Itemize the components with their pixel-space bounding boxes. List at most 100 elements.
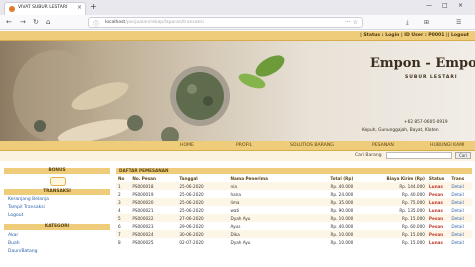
- sidebar-item-akar[interactable]: Akar: [8, 233, 18, 238]
- table-header-row: No No. Pesan Tanggal Nama Penerima Total…: [116, 175, 472, 182]
- menu-profil[interactable]: PROFIL: [236, 143, 252, 148]
- cell-status: Pesan: [428, 223, 444, 229]
- sidebar-header-kategori: KATEGORI: [4, 224, 110, 230]
- cell-status: Pesan: [426, 230, 450, 238]
- col-kode: No. Pesan: [132, 176, 156, 181]
- order-table: No No. Pesan Tanggal Nama Penerima Total…: [116, 175, 472, 246]
- col-biaya: Biaya Kirim (Rp): [386, 176, 425, 181]
- brand-subtitle: SUBUR LESTARI: [405, 75, 458, 80]
- reload-icon[interactable]: ↻: [33, 18, 39, 26]
- cell-kode: PS000023: [132, 223, 154, 229]
- cell-nama: wati: [230, 207, 240, 213]
- detail-link[interactable]: Detail: [449, 206, 472, 214]
- table-row: 6 PS000023 29-06-2020 Ayus Rp. 40.000 Rp. 60.…: [116, 222, 472, 230]
- tab-title: VIVAT SUBUR LESTARI: [18, 5, 68, 10]
- cell-total: Rp. 24.000: [330, 191, 354, 197]
- cell-status: Lunas: [426, 182, 450, 190]
- table-row: 3 PS000020 25-06-2020 lima Rp. 35.000 Rp. 75.…: [116, 198, 472, 206]
- table-row: 7 PS000024 30-06-2020 Dika Rp. 10.000 Rp. 15.…: [116, 230, 472, 238]
- cell-tanggal: 25-06-2020: [177, 198, 229, 206]
- herb-pile: [176, 72, 224, 120]
- login-status[interactable]: | Status : Login | ID User : P0001 || Lo…: [360, 33, 469, 38]
- bonus-badge-icon: [50, 177, 66, 186]
- table-row: 1 PS000018 25-06-2020 nia Rp. 40.000 Rp. 144.…: [116, 182, 472, 190]
- cell-no: 2: [118, 191, 121, 197]
- cell-kode: PS000021: [132, 207, 154, 213]
- sidebar-header-transaksi: TRANSAKSI: [4, 189, 110, 195]
- menu-hubungi[interactable]: HUBUNGI KAMI: [430, 143, 465, 148]
- col-tanggal: Tanggal: [179, 176, 198, 181]
- cell-status: Lunas: [428, 207, 443, 213]
- order-list-title: DAFTAR PEMESANAN: [116, 168, 472, 174]
- cell-no: 6: [118, 223, 121, 229]
- search-input[interactable]: [386, 152, 452, 159]
- cell-biaya: Rp. 144.000: [355, 182, 427, 190]
- herb-detail: [203, 96, 213, 106]
- tab-close-icon[interactable]: ×: [77, 4, 82, 11]
- table-row: 5 PS000022 27-06-2020 Dyah Ayu Rp. 10.000 Rp.…: [116, 214, 472, 222]
- table-row: 2 PS000019 25-06-2020 hana Rp. 24.000 Rp. 40.…: [116, 190, 472, 198]
- table-row: 8 PS000025 02-07-2020 Dyah Ayu Rp. 10.000 Rp.…: [116, 238, 472, 246]
- sidebar-item-buah[interactable]: Buah: [8, 241, 20, 246]
- cell-biaya: Rp. 60.000: [402, 223, 425, 229]
- library-icon[interactable]: ⊞: [424, 19, 429, 26]
- main-menu: HOME PROFIL SOLUTIOS BARANG PESANAN HUBU…: [0, 141, 475, 151]
- detail-link[interactable]: Detail: [449, 182, 472, 190]
- detail-link[interactable]: Detail: [449, 238, 472, 246]
- cell-kode: PS000025: [132, 239, 154, 245]
- cell-no: 7: [116, 230, 131, 238]
- cell-biaya: Rp. 135.000: [399, 207, 425, 213]
- hero-banner: Empon - Empon SUBUR LESTARI +62 857-0605…: [0, 41, 475, 141]
- sidebar-item-logout[interactable]: Logout: [8, 213, 23, 218]
- cell-nama: Dyah Ayu: [228, 214, 313, 222]
- forward-icon[interactable]: →: [20, 18, 26, 26]
- maximize-button[interactable]: □: [442, 2, 448, 9]
- cell-nama: Ayus: [230, 223, 241, 229]
- sidebar-item-keranjang[interactable]: Keranjang Belanja: [8, 197, 49, 202]
- search-bar: Cari Barang Cari: [0, 151, 475, 161]
- browser-nav-bar: ← → ↻ ⌂ ⓘ localhost/penjualan/rekap/lapo…: [0, 15, 475, 30]
- menu-icon[interactable]: ☰: [456, 19, 461, 26]
- col-status: Status: [428, 176, 445, 181]
- browser-tab[interactable]: VIVAT SUBUR LESTARI ×: [4, 2, 86, 15]
- menu-pesanan[interactable]: PESANAN: [372, 143, 394, 148]
- minimize-button[interactable]: —: [426, 2, 432, 9]
- cell-total: Rp. 10.000: [330, 239, 354, 245]
- detail-link[interactable]: Detail: [449, 230, 472, 238]
- cell-total: Rp. 40.000: [330, 223, 354, 229]
- herb-clump: [127, 115, 143, 131]
- address-bar[interactable]: ⓘ localhost/penjualan/rekap/laporan/tran…: [88, 17, 363, 28]
- url-text: localhost/penjualan/rekap/laporan/transa…: [105, 20, 204, 25]
- cell-biaya: Rp. 75.000: [355, 198, 427, 206]
- cell-tanggal: 30-06-2020: [177, 230, 229, 238]
- detail-link[interactable]: Detail: [449, 222, 472, 230]
- back-icon[interactable]: ←: [6, 18, 12, 26]
- detail-link[interactable]: Detail: [449, 214, 472, 222]
- cell-total: Rp. 10.000: [312, 230, 356, 238]
- col-total: Total (Rp): [330, 176, 354, 181]
- cell-nama: Dika: [228, 230, 313, 238]
- col-no: No: [118, 176, 125, 181]
- cell-tanggal: 27-06-2020: [177, 214, 229, 222]
- cell-status: Pesan: [426, 214, 450, 222]
- cell-kode: PS000018: [130, 182, 178, 190]
- home-icon[interactable]: ⌂: [46, 18, 50, 26]
- cell-nama: lima: [228, 198, 313, 206]
- new-tab-button[interactable]: +: [90, 2, 97, 11]
- cell-kode: PS000022: [130, 214, 178, 222]
- sidebar-item-tampil-transaksi[interactable]: Tampil Transaksi: [8, 205, 45, 210]
- download-icon[interactable]: ⤓: [406, 19, 409, 27]
- cell-nama: nia: [228, 182, 313, 190]
- menu-produk[interactable]: SOLUTIOS BARANG: [290, 143, 334, 148]
- detail-link[interactable]: Detail: [449, 198, 472, 206]
- close-window-button[interactable]: ×: [458, 2, 463, 9]
- cell-biaya: Rp. 40.000: [402, 191, 425, 197]
- cell-status: Lunas: [426, 198, 450, 206]
- search-button[interactable]: Cari: [455, 152, 471, 159]
- sidebar-item-daun-batang[interactable]: Daun/Batang: [8, 249, 38, 254]
- bookmark-icon[interactable]: ··· ☆: [345, 19, 358, 26]
- herb-detail: [187, 84, 197, 94]
- detail-link[interactable]: Detail: [449, 190, 472, 198]
- login-status-bar: | Status : Login | ID User : P0001 || Lo…: [0, 31, 475, 41]
- menu-home[interactable]: HOME: [180, 143, 194, 148]
